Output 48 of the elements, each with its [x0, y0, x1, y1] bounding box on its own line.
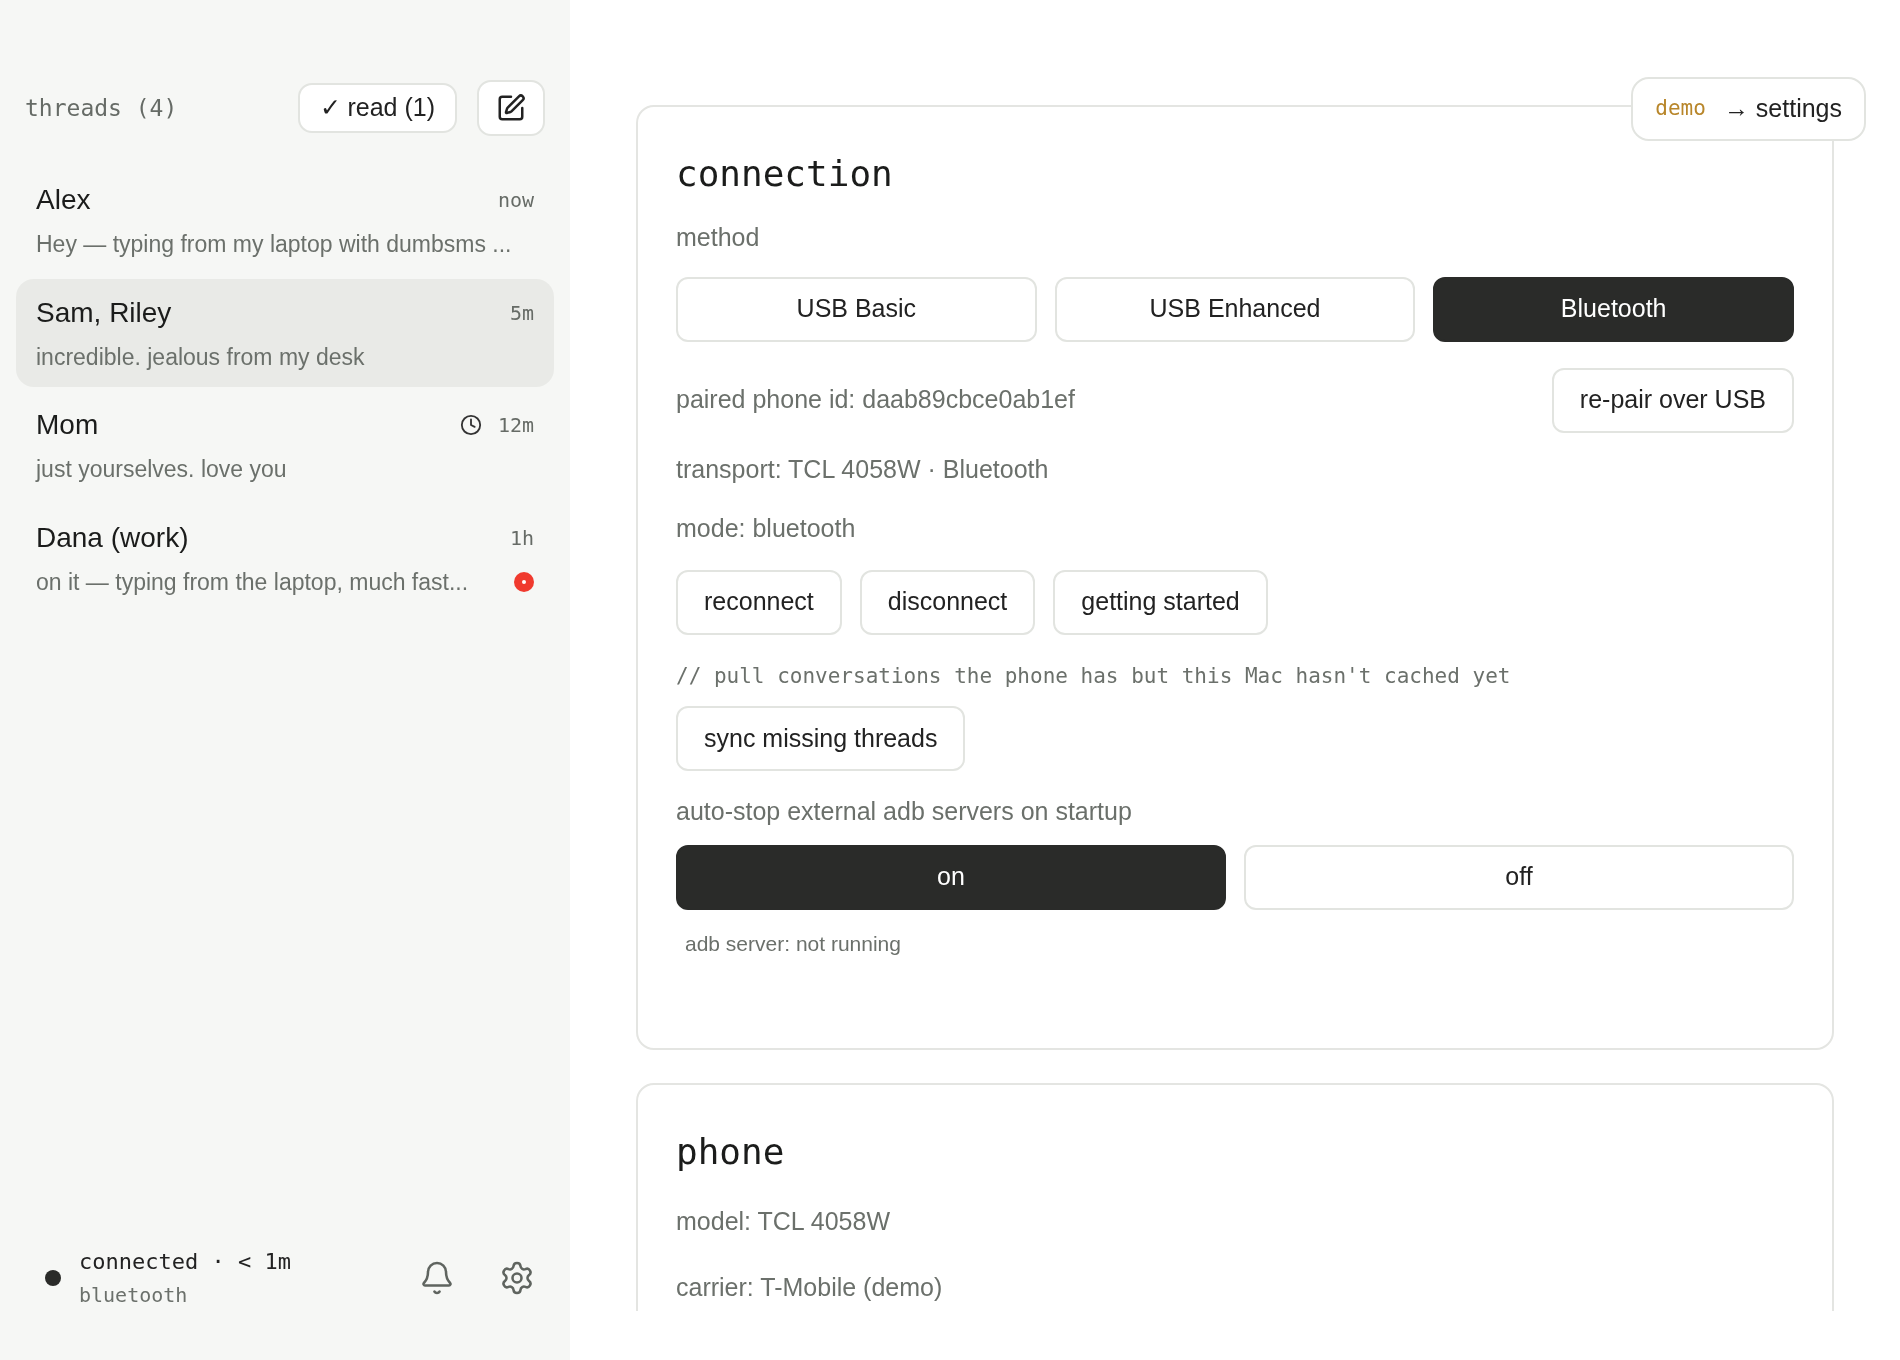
thread-preview: just yourselves. love you [36, 455, 288, 484]
thread-time: 12m [497, 412, 534, 439]
thread-preview: incredible. jealous from my desk [36, 342, 366, 372]
action-button[interactable]: disconnect [859, 569, 1036, 635]
thread-name: Mom [36, 408, 100, 442]
mark-read-button[interactable]: ✓ read (1) [297, 83, 457, 133]
segment-button[interactable]: off [1244, 844, 1794, 910]
threads-heading: threads (4) [25, 93, 179, 123]
sync-comment: // pull conversations the phone has but this Mac hasn't cached yet [676, 662, 1512, 690]
compose-icon [496, 93, 526, 123]
thread-preview: Hey — typing from my laptop with dumbsms ... [36, 230, 513, 259]
model-text: model: TCL 4058W [676, 1206, 891, 1237]
demo-badge[interactable]: demo → settings [1631, 77, 1866, 141]
thread-name: Alex [36, 183, 92, 217]
settings-link[interactable]: → settings [1723, 90, 1842, 128]
repair-button[interactable]: re-pair over USB [1551, 367, 1794, 433]
method-label: method [676, 222, 761, 253]
compose-button[interactable] [477, 80, 545, 136]
adb-status-text: adb server: not running [685, 930, 902, 957]
thread-item[interactable]: Sam, Riley 5m incredible. jealous from my desk [16, 278, 554, 387]
settings-icon[interactable] [499, 1259, 535, 1296]
thread-name: Sam, Riley [36, 295, 173, 330]
thread-item[interactable]: Dana (work) 1h on it — typing from the laptop, much fast... [16, 503, 554, 612]
section-title: connection [676, 152, 894, 196]
segment-button[interactable]: USB Enhanced [1054, 276, 1416, 342]
segment-button[interactable]: on [676, 844, 1226, 910]
thread-item[interactable]: Mom 12m just yourselves. love you [16, 391, 554, 500]
notifications-icon[interactable] [419, 1259, 455, 1296]
demo-tag: demo [1655, 93, 1706, 125]
thread-time: 5m [509, 299, 534, 327]
transport-label: bluetooth [79, 1282, 189, 1309]
paired-id-text: paired phone id: daab89cbce0ab1ef [676, 384, 1076, 416]
mode-text: mode: bluetooth [676, 513, 857, 544]
section-title: phone [676, 1130, 786, 1174]
connection-status: connected · < 1m [79, 1248, 292, 1276]
thread-name: Dana (work) [36, 520, 190, 555]
transport-text: transport: TCL 4058W · Bluetooth [676, 453, 1050, 485]
thread-item[interactable]: Alex now Hey — typing from my laptop with dumbsms ... [16, 166, 554, 275]
thread-time: 1h [509, 524, 534, 552]
segment-button[interactable]: Bluetooth [1433, 276, 1794, 342]
segment-button[interactable]: USB Basic [676, 276, 1037, 342]
action-button[interactable]: reconnect [676, 569, 842, 635]
thread-preview: on it — typing from the laptop, much fast... [36, 567, 470, 597]
autostop-label: auto-stop external adb servers on startup [676, 796, 1133, 827]
thread-time: now [497, 187, 534, 214]
carrier-text: carrier: T-Mobile (demo) [676, 1271, 944, 1303]
action-button[interactable]: getting started [1053, 569, 1268, 635]
sync-button[interactable]: sync missing threads [676, 706, 966, 771]
